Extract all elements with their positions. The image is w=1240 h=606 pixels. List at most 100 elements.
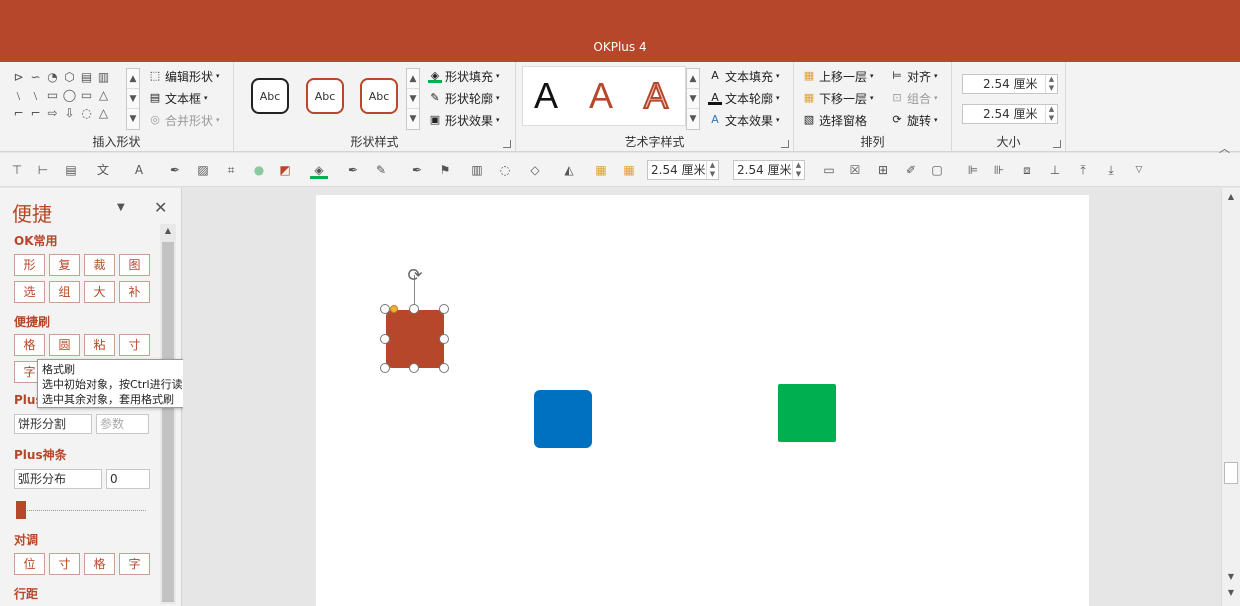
distribute-vertical-icon[interactable]: ⊥ <box>1046 161 1064 179</box>
flip-icon[interactable]: ◭ <box>560 161 578 179</box>
pane-scrollbar[interactable]: ▲ <box>160 224 176 604</box>
resize-handle-s[interactable] <box>409 363 419 373</box>
text-box-icon[interactable]: ▤ <box>62 161 80 179</box>
brush-icon[interactable]: ✐ <box>902 161 920 179</box>
shape-width-input[interactable]: 2.54 厘米 ▲ ▼ <box>962 104 1058 124</box>
gallery-shape-icon[interactable]: ⌐ <box>27 104 44 122</box>
distribute-center-icon[interactable]: ⊪ <box>990 161 1008 179</box>
text-box-button[interactable]: ▤ 文本框 ▾ <box>148 88 208 108</box>
pane-scroll-up-icon[interactable]: ▲ <box>160 226 176 238</box>
param-input[interactable]: 参数 <box>96 414 149 434</box>
gallery-shape-icon[interactable]: ⌐ <box>10 104 27 122</box>
shapes-gallery-scroll[interactable]: ▲ ▼ ▼ <box>126 68 140 130</box>
ok-size-button[interactable]: 大 <box>84 281 115 303</box>
align-top-icon[interactable]: ⊤ <box>8 161 26 179</box>
adjust-handle[interactable] <box>390 305 398 313</box>
align-down-icon[interactable]: ⤓ <box>1102 161 1120 179</box>
gallery-shape-icon[interactable]: ▭ <box>78 86 95 104</box>
circle-shape-icon[interactable]: ● <box>250 161 268 179</box>
wordart-scroll[interactable]: ▲ ▼ ▼ <box>686 68 700 130</box>
bring-forward-button[interactable]: ▦ 上移一层 ▾ <box>802 66 874 86</box>
resize-handle-se[interactable] <box>439 363 449 373</box>
adjust-format-button[interactable]: 格 <box>84 553 115 575</box>
edit-shape-button[interactable]: ⬚ 编辑形状 ▾ <box>148 66 220 86</box>
brush-size-button[interactable]: 寸 <box>119 334 150 356</box>
arc-number-input[interactable]: 0 <box>106 469 150 489</box>
gallery-shape-icon[interactable]: ⇨ <box>44 104 61 122</box>
shape-height-input[interactable]: 2.54 厘米 ▲ ▼ <box>962 74 1058 94</box>
shape-styles-scroll[interactable]: ▲ ▼ ▼ <box>406 68 420 130</box>
wordart-launcher-icon[interactable] <box>781 140 789 148</box>
pane-scroll-thumb[interactable] <box>162 242 174 602</box>
gallery-shape-icon[interactable]: ⊳ <box>10 68 27 86</box>
eyedropper-3-icon[interactable]: ✒ <box>408 161 426 179</box>
ok-crop-button[interactable]: 裁 <box>84 254 115 276</box>
align-button[interactable]: ⊨ 对齐 ▾ <box>890 66 937 86</box>
gallery-shape-icon[interactable]: ﹨ <box>10 86 27 104</box>
format-painter-icon[interactable]: ⚑ <box>436 161 454 179</box>
scroll-bottom-icon[interactable]: ▼ <box>1222 588 1240 597</box>
toolbar-height-input[interactable]: 2.54 厘米 ▲ ▼ <box>733 160 805 180</box>
wordart-style-red[interactable]: A <box>589 74 613 118</box>
wordart-style-outline[interactable]: A <box>643 74 669 118</box>
gallery-shape-icon[interactable]: ⇩ <box>61 104 78 122</box>
gallery-shape-icon[interactable]: ◔ <box>44 68 61 86</box>
shape-edit-icon[interactable]: ◇ <box>526 161 544 179</box>
rotate-handle-icon[interactable]: ⟳ <box>404 265 426 287</box>
shape-style-dark[interactable]: Abc <box>251 78 289 114</box>
text-fill-button[interactable]: A 文本填充 ▾ <box>708 66 779 86</box>
distribute-left-icon[interactable]: ⊫ <box>964 161 982 179</box>
size-launcher-icon[interactable] <box>1053 140 1061 148</box>
shape-outline-button[interactable]: ✎ 形状轮廓 ▾ <box>428 88 499 108</box>
color-swatch-icon[interactable]: ◩ <box>276 161 294 179</box>
toolbar-height-spinner[interactable]: ▲ ▼ <box>792 161 804 179</box>
crop-icon[interactable]: ⌗ <box>222 161 240 179</box>
width-spinner[interactable]: ▲ ▼ <box>1045 105 1057 123</box>
font-color-icon[interactable]: A <box>130 161 148 179</box>
resize-handle-nw[interactable] <box>380 304 390 314</box>
ok-shape-button[interactable]: 形 <box>14 254 45 276</box>
eyedropper-icon[interactable]: ✒ <box>166 161 184 179</box>
brush-round-button[interactable]: 圆 <box>49 334 80 356</box>
wordart-style-black[interactable]: A <box>534 74 558 118</box>
gallery-shape-icon[interactable]: △ <box>95 86 112 104</box>
slide-canvas[interactable]: ⟳ <box>316 195 1089 606</box>
text-frame-icon[interactable]: ▭ <box>820 161 838 179</box>
slider-thumb[interactable] <box>16 501 26 519</box>
shape-styles-launcher-icon[interactable] <box>503 140 511 148</box>
arc-distribute-input[interactable]: 弧形分布 <box>14 469 102 489</box>
ok-fill-button[interactable]: 补 <box>119 281 150 303</box>
ok-select-button[interactable]: 选 <box>14 281 45 303</box>
ok-group-button[interactable]: 组 <box>49 281 80 303</box>
scroll-up-icon[interactable]: ▲ <box>1222 192 1240 201</box>
gallery-shape-icon[interactable]: ∽ <box>27 68 44 86</box>
adjust-text-button[interactable]: 字 <box>119 553 150 575</box>
fill-color-icon[interactable]: ◈ <box>310 161 328 179</box>
pane-dropdown-icon[interactable]: ▼ <box>117 202 125 213</box>
scroll-down-icon[interactable]: ▼ <box>1222 572 1240 581</box>
text-direction-icon[interactable]: 文 <box>94 161 112 179</box>
toolbar-width-spinner[interactable]: ▲ ▼ <box>706 161 718 179</box>
gallery-shape-icon[interactable]: ▥ <box>95 68 112 86</box>
frame-icon[interactable]: ▢ <box>928 161 946 179</box>
resize-handle-sw[interactable] <box>380 363 390 373</box>
merge-shapes-button[interactable]: ◎ 合并形状 ▾ <box>148 110 219 130</box>
resize-handle-n[interactable] <box>409 304 419 314</box>
text-effects-button[interactable]: A 文本效果 ▾ <box>708 110 779 130</box>
adjust-size-button[interactable]: 寸 <box>49 553 80 575</box>
shape-style-accent[interactable]: Abc <box>306 78 344 114</box>
gallery-shape-icon[interactable]: ﹨ <box>27 86 44 104</box>
rotate-button[interactable]: ⟳ 旋转 ▾ <box>890 110 937 130</box>
gallery-shape-icon[interactable]: ▤ <box>78 68 95 86</box>
slide-scroll-thumb[interactable] <box>1224 462 1238 484</box>
pie-split-input[interactable]: 饼形分割 <box>14 414 92 434</box>
red-rounded-square[interactable] <box>386 310 444 368</box>
gallery-shape-icon[interactable]: ⬡ <box>61 68 78 86</box>
bring-front-icon[interactable]: ▦ <box>592 161 610 179</box>
resize-handle-e[interactable] <box>439 334 449 344</box>
send-back-icon[interactable]: ▦ <box>620 161 638 179</box>
shapes-gallery[interactable]: ⊳ ∽ ◔ ⬡ ▤ ▥﹨ ﹨ ▭ ◯ ▭ △⌐ ⌐ ⇨ ⇩ ◌ △ <box>10 68 126 132</box>
text-outline-button[interactable]: A 文本轮廓 ▾ <box>708 88 780 108</box>
send-backward-button[interactable]: ▦ 下移一层 ▾ <box>802 88 874 108</box>
outline-icon[interactable]: ✎ <box>372 161 390 179</box>
